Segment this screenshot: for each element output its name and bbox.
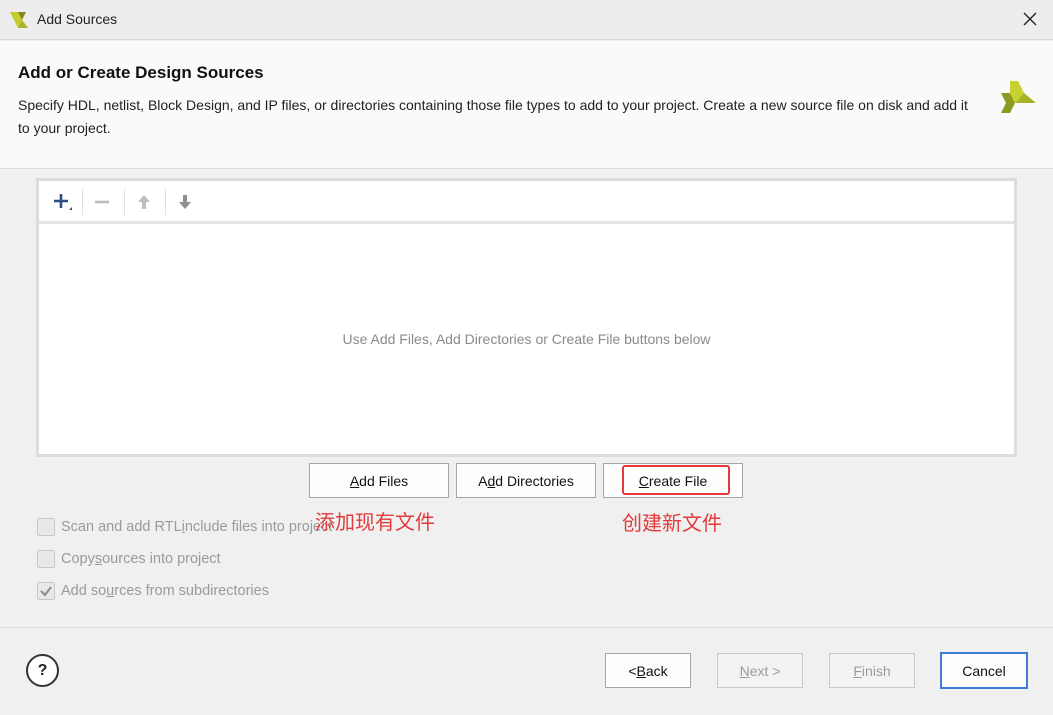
toolbar-separator xyxy=(82,189,83,215)
remove-button[interactable] xyxy=(89,189,115,215)
title-bar: Add Sources xyxy=(0,0,1053,40)
button-label: < xyxy=(628,662,637,679)
move-up-icon xyxy=(138,195,150,209)
option-label: Add so xyxy=(61,583,107,599)
close-icon xyxy=(1023,12,1037,26)
move-down-icon xyxy=(179,195,191,209)
button-label: d Directories xyxy=(495,472,574,489)
file-toolbar xyxy=(39,181,1014,224)
window-title: Add Sources xyxy=(37,11,118,27)
remove-icon xyxy=(95,200,109,204)
copy-sources-checkbox[interactable]: Copy s ources into project xyxy=(37,549,221,569)
button-label: ext > xyxy=(749,662,781,679)
mnemonic: C xyxy=(638,472,649,489)
option-label: Copy xyxy=(61,551,95,567)
option-label: rces from subdirectories xyxy=(114,583,269,599)
annotation-add-existing: 添加现有文件 xyxy=(315,510,435,534)
checkbox-box xyxy=(37,518,55,536)
option-label: Scan and add RTL xyxy=(61,519,182,535)
cancel-button[interactable]: Cancel xyxy=(940,652,1028,689)
footer-divider xyxy=(0,627,1053,628)
toolbar-separator xyxy=(165,189,166,215)
mnemonic: B xyxy=(636,662,646,679)
option-label: ources into project xyxy=(102,551,221,567)
option-label: nclude files into project xyxy=(184,519,333,535)
help-button[interactable]: ? xyxy=(26,654,59,687)
mnemonic: F xyxy=(853,662,862,679)
checkbox-box xyxy=(37,550,55,568)
mnemonic: u xyxy=(106,583,115,599)
page-title: Add or Create Design Sources xyxy=(18,63,264,82)
mnemonic: A xyxy=(349,472,360,489)
annotation-create-new: 创建新文件 xyxy=(622,511,722,535)
empty-list-message: Use Add Files, Add Directories or Create… xyxy=(342,331,711,347)
vivado-logo-icon xyxy=(10,12,28,28)
page-description: Specify HDL, netlist, Block Design, and … xyxy=(18,97,968,136)
button-label: ack xyxy=(645,662,668,679)
finish-button[interactable]: Finish xyxy=(829,653,915,688)
add-button[interactable] xyxy=(49,189,75,215)
close-button[interactable] xyxy=(1015,4,1045,34)
move-up-button[interactable] xyxy=(131,189,157,215)
source-file-table[interactable]: Use Add Files, Add Directories or Create… xyxy=(36,178,1017,457)
add-icon xyxy=(54,194,72,210)
add-directories-button[interactable]: Add Directories xyxy=(456,463,596,498)
scan-rtl-include-checkbox[interactable]: Scan and add RTL i nclude files into proj… xyxy=(37,517,332,537)
mnemonic: N xyxy=(739,662,750,679)
button-label: dd Files xyxy=(359,472,409,489)
checkmark-icon xyxy=(40,586,52,597)
brand-logo-icon xyxy=(1001,81,1036,113)
move-down-button[interactable] xyxy=(172,189,198,215)
add-files-button[interactable]: Add Files xyxy=(309,463,449,498)
wizard-header: Add or Create Design Sources Specify HDL… xyxy=(0,41,1053,169)
checkbox-box xyxy=(37,582,55,600)
mnemonic: d xyxy=(487,472,496,489)
mnemonic: s xyxy=(94,551,103,567)
back-button[interactable]: < Back xyxy=(605,653,691,688)
add-subdirectories-checkbox[interactable]: Add so u rces from subdirectories xyxy=(37,581,269,601)
button-label: A xyxy=(478,472,488,489)
button-label: inish xyxy=(861,662,891,679)
button-label: reate File xyxy=(648,472,708,489)
next-button[interactable]: Next > xyxy=(717,653,803,688)
create-file-button[interactable]: Create File xyxy=(603,463,743,498)
toolbar-separator xyxy=(124,189,125,215)
